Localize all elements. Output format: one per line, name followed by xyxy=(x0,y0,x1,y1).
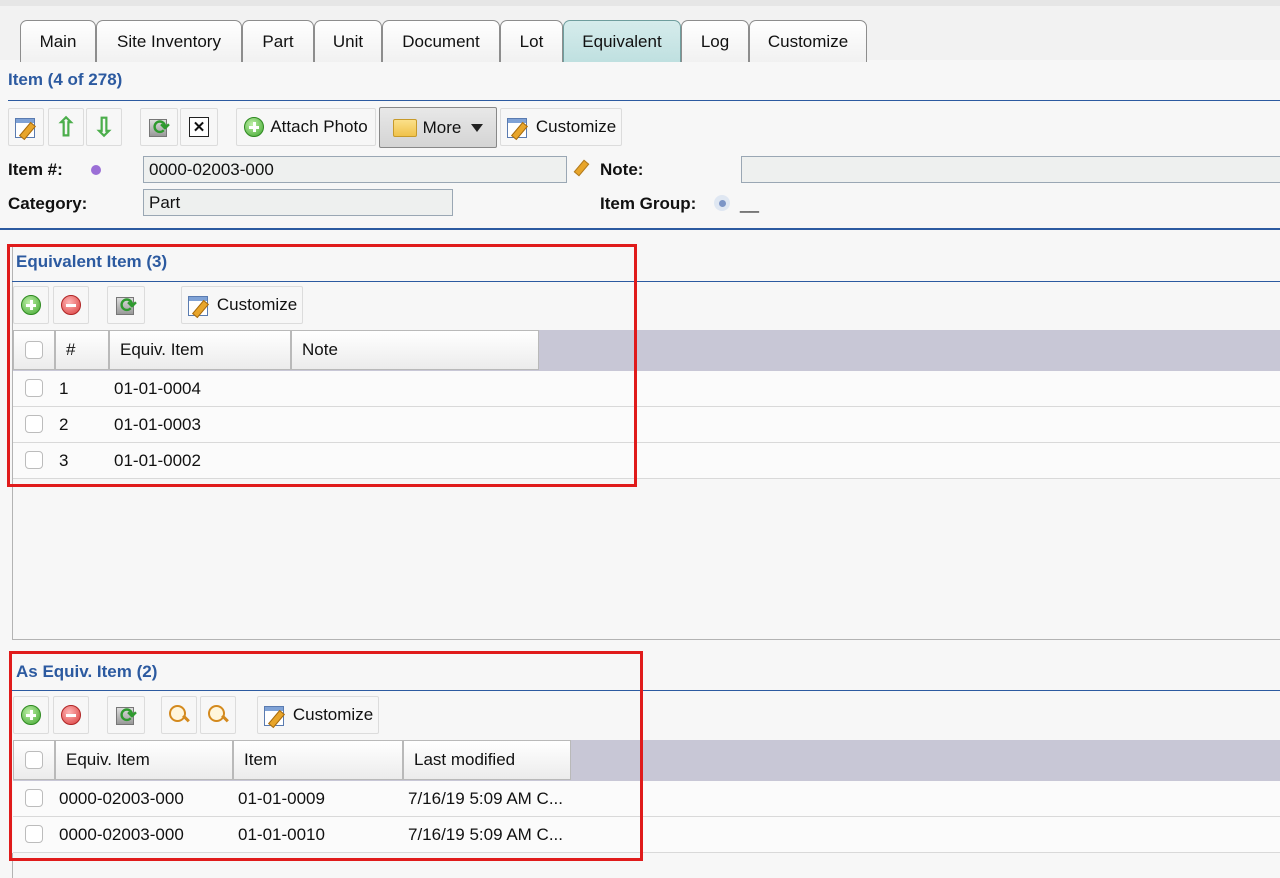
item-title: Item (4 of 278) xyxy=(8,70,123,89)
note-label: Note: xyxy=(600,160,644,179)
customize-icon xyxy=(506,116,530,138)
lookup-icon[interactable] xyxy=(714,195,730,211)
tab-unit[interactable]: Unit xyxy=(314,20,382,62)
arrow-up-icon: ⇧ xyxy=(55,112,77,142)
refresh-icon xyxy=(147,115,171,140)
caret-down-icon xyxy=(471,123,484,132)
pencil-icon[interactable] xyxy=(573,159,590,177)
note-field[interactable] xyxy=(741,156,1280,183)
item-title-rule xyxy=(8,100,1280,101)
refresh-button[interactable] xyxy=(140,108,178,146)
tab-strip: Main Site Inventory Part Unit Document L… xyxy=(0,0,1280,62)
folder-icon xyxy=(392,118,417,137)
section-divider xyxy=(0,228,1280,230)
category-label: Category: xyxy=(8,194,88,213)
more-label: More xyxy=(422,117,462,137)
highlight-box-as-equiv xyxy=(9,651,643,861)
arrow-down-icon: ⇩ xyxy=(93,112,115,142)
tab-lot[interactable]: Lot xyxy=(500,20,563,62)
item-group-label: Item Group: xyxy=(600,194,697,213)
item-number-label: Item #: xyxy=(8,160,63,179)
edit-button[interactable] xyxy=(8,108,44,146)
more-dropdown-button[interactable]: More xyxy=(379,107,497,148)
tab-site-inventory[interactable]: Site Inventory xyxy=(96,20,242,62)
tab-log[interactable]: Log xyxy=(681,20,749,62)
highlight-box-equivalent xyxy=(7,244,637,487)
move-down-button[interactable]: ⇩ xyxy=(86,108,122,146)
add-circle-icon xyxy=(244,117,265,137)
item-number-field[interactable]: 0000-02003-000 xyxy=(143,156,567,183)
tab-customize[interactable]: Customize xyxy=(749,20,867,62)
customize-label: Customize xyxy=(535,117,617,136)
close-icon: ✕ xyxy=(189,117,209,137)
tab-document[interactable]: Document xyxy=(382,20,500,62)
item-customize-button[interactable]: Customize xyxy=(500,108,622,146)
tab-main[interactable]: Main xyxy=(20,20,96,62)
category-field[interactable]: Part xyxy=(143,189,453,216)
item-group-value: __ xyxy=(740,194,759,213)
move-up-button[interactable]: ⇧ xyxy=(48,108,84,146)
attach-photo-label: Attach Photo xyxy=(270,117,368,136)
required-indicator-icon xyxy=(91,165,101,175)
edit-icon xyxy=(14,116,38,138)
tab-equivalent[interactable]: Equivalent xyxy=(563,20,681,62)
attach-photo-button[interactable]: Attach Photo xyxy=(236,108,376,146)
tab-part[interactable]: Part xyxy=(242,20,314,62)
close-button[interactable]: ✕ xyxy=(180,108,218,146)
